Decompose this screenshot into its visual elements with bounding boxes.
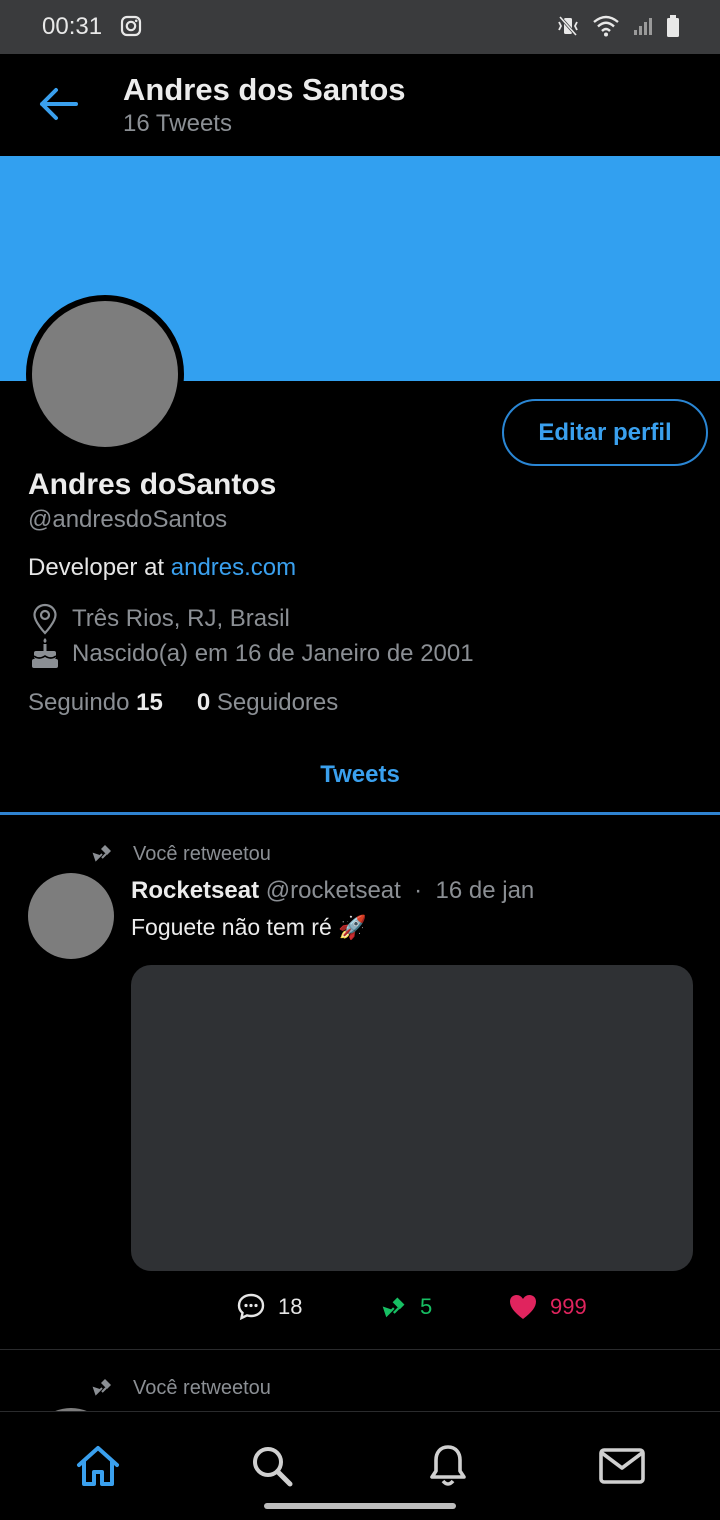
reply-count: 18 <box>278 1294 303 1319</box>
back-button[interactable] <box>36 84 80 124</box>
vibrate-mute-icon <box>556 14 580 43</box>
status-bar: 00:31 <box>0 0 720 54</box>
retweet-action[interactable]: 5 <box>382 1290 432 1324</box>
tab-tweets[interactable]: Tweets <box>0 735 720 814</box>
status-icons <box>556 14 680 43</box>
search-icon <box>253 1447 293 1487</box>
followers-count: 0 <box>196 689 211 716</box>
bell-icon <box>430 1445 466 1486</box>
arrow-left-icon <box>40 88 78 120</box>
tweet-header: Rocketseat @rocketseat · 16 de jan <box>131 877 534 905</box>
location-text: Três Rios, RJ, Brasil <box>72 605 290 632</box>
heart-icon <box>510 1295 536 1319</box>
like-count: 999 <box>550 1294 587 1319</box>
profile-name: Andres doSantos <box>28 468 277 501</box>
following-label: Seguindo <box>28 689 130 716</box>
retweeted-label: Você retweetou <box>133 1377 271 1399</box>
bio-text: Developer at <box>28 554 171 581</box>
profile-header-bar: Andres dos Santos 16 Tweets <box>0 54 720 155</box>
tweet-divider <box>0 1349 720 1350</box>
birthdate-row: Nascido(a) em 16 de Janeiro de 2001 <box>28 638 474 670</box>
following-count: 15 <box>136 689 163 716</box>
tab-underline <box>0 812 720 815</box>
retweet-icon <box>92 842 114 869</box>
tweet-author-avatar[interactable] <box>28 873 114 959</box>
birthday-cake-icon <box>28 638 62 670</box>
nav-search[interactable] <box>247 1442 297 1490</box>
profile-handle: @andresdoSantos <box>28 506 228 533</box>
tweet-media[interactable] <box>131 965 693 1271</box>
wifi-icon <box>592 14 620 43</box>
tweet-separator: · <box>414 877 423 904</box>
comment-icon <box>237 1293 265 1321</box>
bio-link[interactable]: andres.com <box>171 554 296 581</box>
tweet-author-name[interactable]: Rocketseat <box>131 877 259 904</box>
instagram-icon <box>120 15 142 42</box>
retweet-icon <box>382 1297 405 1318</box>
edit-profile-button[interactable]: Editar perfil <box>502 399 708 466</box>
signal-icon <box>632 15 654 42</box>
mail-icon <box>599 1448 645 1484</box>
header-title: Andres dos Santos <box>123 72 406 107</box>
nav-messages[interactable] <box>597 1442 647 1490</box>
location-row: Três Rios, RJ, Brasil <box>28 603 290 635</box>
home-icon <box>77 1446 119 1486</box>
nav-home[interactable] <box>73 1442 123 1490</box>
tweet-text: Foguete não tem ré 🚀 <box>131 914 367 940</box>
profile-bio: Developer at andres.com <box>28 554 296 582</box>
following-stat[interactable]: Seguindo 15 <box>28 689 163 717</box>
nav-notifications[interactable] <box>423 1442 473 1490</box>
system-home-indicator[interactable] <box>264 1503 456 1509</box>
retweet-count: 5 <box>420 1294 433 1319</box>
retweet-icon <box>92 1376 114 1403</box>
status-time: 00:31 <box>42 13 103 40</box>
retweeted-label: Você retweetou <box>133 843 271 865</box>
like-action[interactable]: 999 <box>508 1290 587 1324</box>
location-pin-icon <box>28 603 62 635</box>
birthdate-text: Nascido(a) em 16 de Janeiro de 2001 <box>72 640 474 667</box>
tweet-count: 16 Tweets <box>123 110 232 137</box>
tweet-author-handle: @rocketseat <box>265 877 401 904</box>
followers-label: Seguidores <box>216 689 339 716</box>
reply-action[interactable]: 18 <box>236 1290 302 1324</box>
tweet-date: 16 de jan <box>435 877 535 904</box>
battery-icon <box>666 14 680 43</box>
profile-avatar[interactable] <box>26 295 184 453</box>
follow-stats: Seguindo 15 0 Seguidores <box>28 689 338 717</box>
followers-stat[interactable]: 0 Seguidores <box>197 689 338 717</box>
